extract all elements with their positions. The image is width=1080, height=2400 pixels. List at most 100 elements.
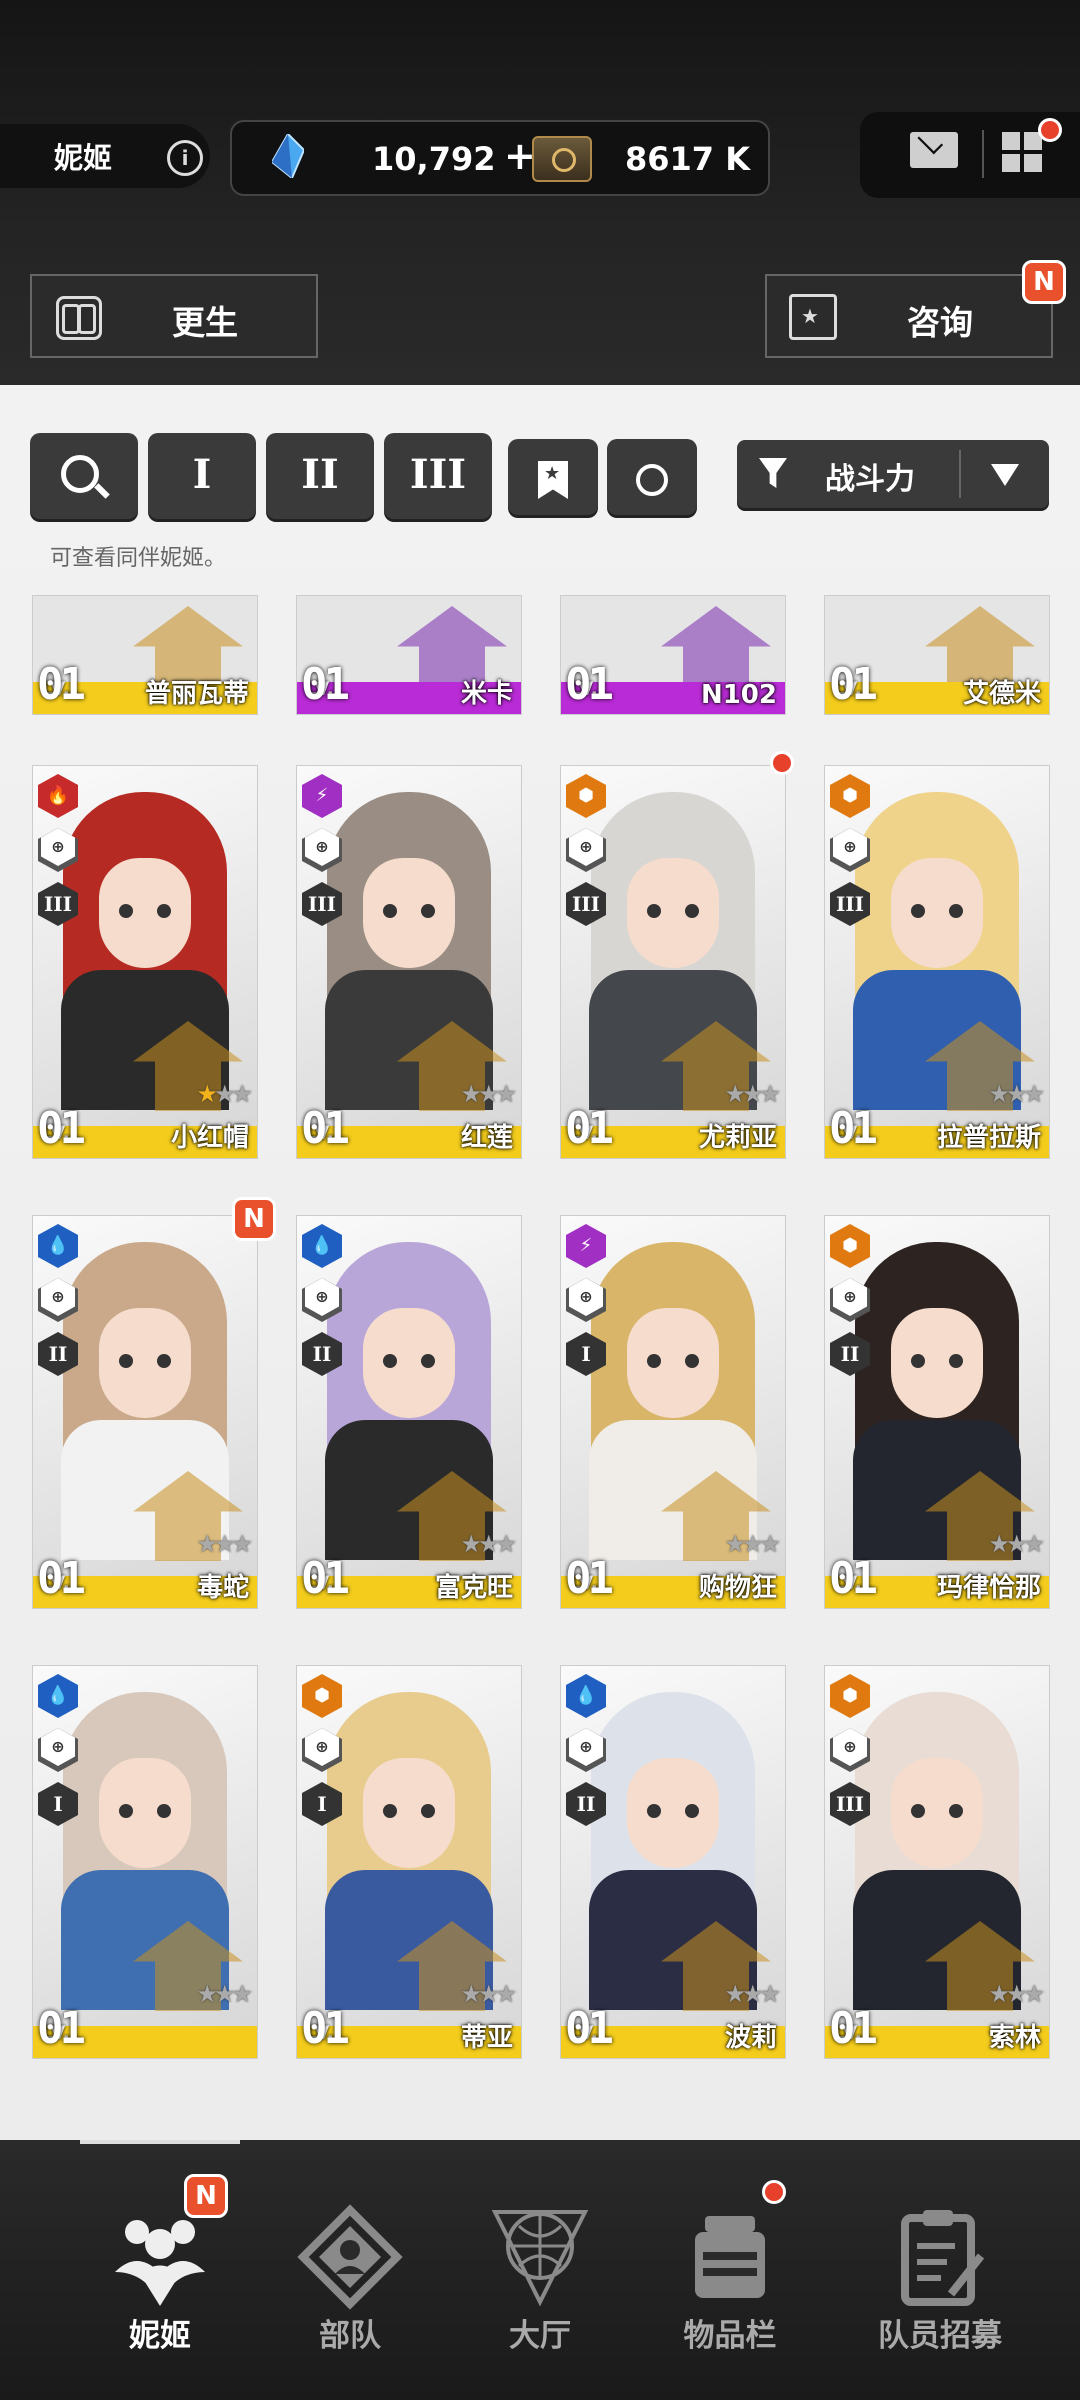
star-icon: ★ [724, 1530, 745, 1558]
card-icons: 💧 ⊕ I [38, 1674, 84, 1836]
nikke-card[interactable]: LV. 01 普丽瓦蒂 [32, 595, 258, 715]
nav-tab-inventory[interactable]: 物品栏 [650, 2140, 810, 2400]
rebirth-button[interactable]: 更生 [30, 274, 318, 358]
circle-icon [636, 464, 668, 496]
fire-element-icon: 🔥 [38, 774, 78, 818]
tier-badge: III [830, 1782, 870, 1826]
level-value: 01 [301, 1103, 350, 1154]
level-value: 01 [37, 2003, 86, 2054]
sort-dropdown[interactable]: 战斗力 [737, 440, 1049, 508]
star-rating: ★★★ [724, 1530, 780, 1558]
tier-badge: II [830, 1332, 870, 1376]
crosshair-icon: ⊕ [569, 828, 603, 866]
portrait-face [363, 1308, 455, 1418]
rebirth-icon [56, 296, 102, 340]
tier-badge: III [566, 882, 606, 926]
crosshair-icon: ⊕ [569, 1278, 603, 1316]
portrait-face [891, 1758, 983, 1868]
notification-dot [762, 2180, 786, 2204]
filter-tier-1[interactable]: I [148, 433, 256, 519]
bottom-nav: 妮姬 N 部队 大厅 物品栏 队员招募 [0, 2140, 1080, 2400]
bookmark-filter-button[interactable] [508, 439, 598, 515]
search-button[interactable] [30, 433, 138, 519]
nikke-name: 购物狂 [698, 1573, 777, 1603]
card-icons: ⚡ ⊕ III [302, 774, 348, 936]
star-icon: ★ [213, 1530, 235, 1558]
mail-icon[interactable] [910, 132, 958, 168]
level-value: 01 [565, 1553, 614, 1604]
card-icons: ⚡ ⊕ I [566, 1224, 612, 1386]
star-rating: ★★★ [460, 1080, 516, 1108]
star-icon: ★ [741, 1530, 763, 1558]
rebirth-label: 更生 [172, 303, 238, 342]
nikke-card[interactable]: 🔥 ⊕ III ★★★ LV. 01 小红帽 [32, 765, 258, 1159]
star-rating: ★★★ [724, 1080, 780, 1108]
star-icon: ★ [759, 1080, 780, 1108]
nikke-card[interactable]: ⚡ ⊕ I ★★★ LV. 01 购物狂 [560, 1215, 786, 1609]
nikke-card[interactable]: 💧 ⊕ II ★★★ LV. 01 富克旺 [296, 1215, 522, 1609]
nikke-card[interactable]: ⬢ ⊕ III ★★★ LV. 01 索林 [824, 1665, 1050, 2059]
circle-filter-button[interactable] [607, 439, 697, 515]
nikke-name: 玛律恰那 [936, 1573, 1041, 1603]
card-icons: ⬢ ⊕ II [830, 1224, 876, 1386]
star-rating: ★★★ [196, 1980, 252, 2008]
sort-label: 战斗力 [825, 462, 915, 497]
level-value: 01 [301, 2003, 350, 2054]
star-icon: ★ [196, 1530, 217, 1558]
weapon-class-icon: ⊕ [38, 1278, 78, 1322]
credit-count: 8617 K [625, 140, 750, 178]
tier-badge: II [566, 1782, 606, 1826]
nav-tab-nikke[interactable]: 妮姬 N [80, 2140, 240, 2400]
nikke-card[interactable]: 💧 ⊕ II ★★★ LV. 01 毒蛇 [32, 1215, 258, 1609]
inventory-icon [675, 2202, 785, 2312]
nav-tab-squad[interactable]: 部队 [270, 2140, 430, 2400]
info-icon[interactable]: i [167, 140, 203, 176]
card-icons: 🔥 ⊕ III [38, 774, 84, 936]
portrait-face [627, 1308, 719, 1418]
portrait-face [99, 1308, 191, 1418]
nikke-card[interactable]: ⬢ ⊕ III ★★★ LV. 01 尤莉亚 [560, 765, 786, 1159]
credit-icon [532, 136, 592, 182]
nav-tab-lobby[interactable]: 大厅 [460, 2140, 620, 2400]
list-hint: 可查看同伴妮姬。 [50, 546, 227, 571]
nikke-card[interactable]: 💧 ⊕ II ★★★ LV. 01 波莉 [560, 1665, 786, 2059]
nikke-card[interactable]: LV. 01 N102 [560, 595, 786, 715]
star-icon: ★ [759, 1530, 780, 1558]
nikke-card[interactable]: LV. 01 艾德米 [824, 595, 1050, 715]
star-icon: ★ [213, 1980, 235, 2008]
nikke-card[interactable]: ⬢ ⊕ III ★★★ LV. 01 拉普拉斯 [824, 765, 1050, 1159]
star-icon: ★ [460, 1080, 481, 1108]
grid-menu-icon[interactable] [1002, 132, 1044, 174]
weapon-class-icon: ⊕ [302, 1728, 342, 1772]
nav-tab-recruit[interactable]: 队员招募 [850, 2140, 1030, 2400]
star-icon: ★ [1023, 1530, 1044, 1558]
card-icons: 💧 ⊕ II [566, 1674, 612, 1836]
nikke-name: 毒蛇 [196, 1573, 249, 1603]
water-element-icon: 💧 [38, 1224, 78, 1268]
portrait-face [627, 1758, 719, 1868]
nikke-card[interactable]: LV. 01 米卡 [296, 595, 522, 715]
star-rating: ★★★ [196, 1080, 252, 1108]
star-rating: ★★★ [988, 1080, 1044, 1108]
weapon-class-icon: ⊕ [830, 1278, 870, 1322]
nikke-card[interactable]: 💧 ⊕ I ★★★ LV. 01 [32, 1665, 258, 2059]
nikke-list-panel: I II III 战斗力 可查看同伴妮姬。 LV.01普丽瓦蒂 LV.01米卡 LV… [0, 385, 1080, 2140]
filter-tier-2[interactable]: II [266, 433, 374, 519]
filter-tier-3[interactable]: III [384, 433, 492, 519]
consult-new-badge: N [1022, 260, 1066, 304]
star-icon: ★ [460, 1530, 481, 1558]
nikke-card[interactable]: ⚡ ⊕ III ★★★ LV. 01 红莲 [296, 765, 522, 1159]
nikke-card[interactable]: ⬢ ⊕ I ★★★ LV. 01 蒂亚 [296, 1665, 522, 2059]
nikke-card[interactable]: ⬢ ⊕ II ★★★ LV. 01 玛律恰那 [824, 1215, 1050, 1609]
crosshair-icon: ⊕ [833, 1278, 867, 1316]
lobby-icon [485, 2202, 595, 2312]
consult-button[interactable]: 咨询 [765, 274, 1053, 358]
nikke-name: 富克旺 [434, 1573, 513, 1603]
star-icon: ★ [495, 1980, 516, 2008]
nav-tab-label: 部队 [319, 2318, 381, 2354]
portrait-face [363, 858, 455, 968]
star-rating: ★★★ [460, 1530, 516, 1558]
filter-funnel-icon [759, 458, 787, 488]
star-icon: ★ [477, 1530, 499, 1558]
card-icons: 💧 ⊕ II [38, 1224, 84, 1386]
